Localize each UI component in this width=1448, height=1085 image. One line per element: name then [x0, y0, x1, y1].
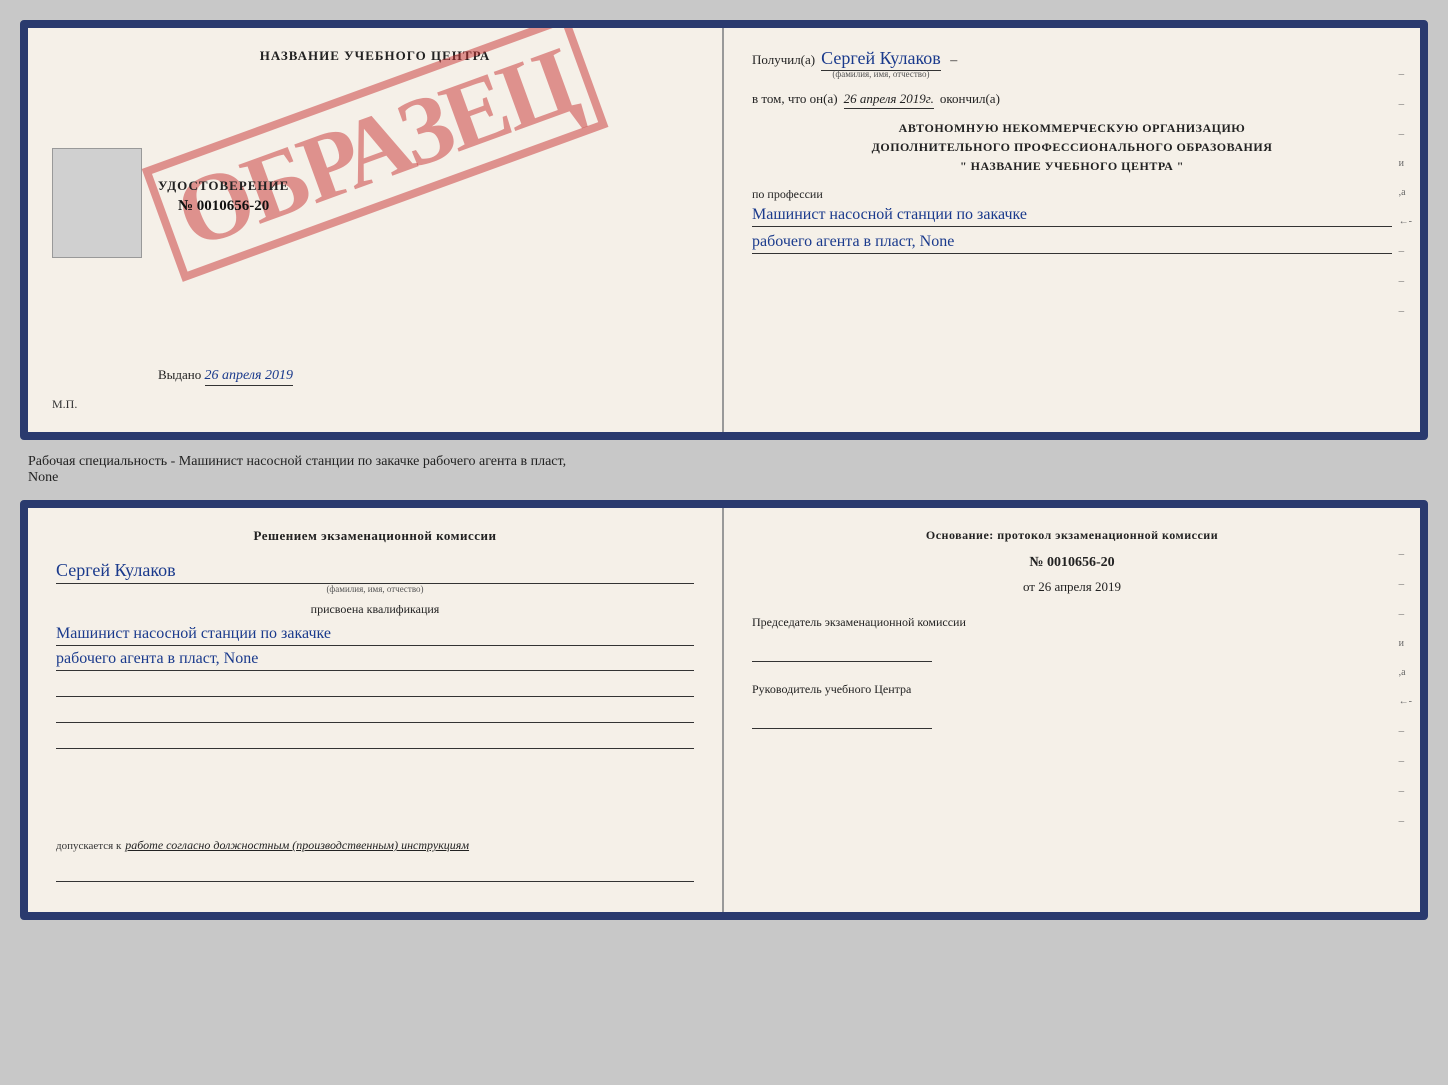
dopuskaetsya-prefix: допускается к [56, 840, 121, 852]
udostoverenie-title: УДОСТОВЕРЕНИЕ [158, 178, 289, 194]
prisvoena-text: присвоена квалификация [56, 602, 694, 617]
fio-hint: (фамилия, имя, отчество) [821, 69, 941, 79]
mp-label: М.П. [52, 397, 77, 412]
profession-line1: Машинист насосной станции по закачке [752, 206, 1392, 227]
page-wrapper: НАЗВАНИЕ УЧЕБНОГО ЦЕНТРА ОБРАЗЕЦ УДОСТОВ… [20, 20, 1428, 920]
poluchil-label: Получил(а) [752, 52, 815, 68]
vtom-line: в том, что он(а) 26 апреля 2019г. окончи… [752, 91, 1392, 109]
osnovanie-text: Основание: протокол экзаменационной коми… [752, 528, 1392, 543]
okoncil-text: окончил(а) [940, 91, 1000, 107]
udostoverenie-block: УДОСТОВЕРЕНИЕ № 0010656-20 [158, 178, 289, 215]
bottom-doc-right: Основание: протокол экзаменационной коми… [724, 508, 1420, 912]
middle-text-line2: None [28, 470, 58, 485]
rukovoditel-label: Руководитель учебного Центра [752, 682, 1392, 697]
dopuskaetsya-line: допускается к работе согласно должностны… [56, 836, 694, 854]
top-doc-title: НАЗВАНИЕ УЧЕБНОГО ЦЕНТРА [52, 48, 698, 64]
ot-date-value: 26 апреля 2019 [1038, 579, 1121, 594]
kvalif-line1: Машинист насосной станции по закачке [56, 625, 694, 646]
po-professii-label: по профессии [752, 187, 1392, 202]
right-edge-lines: – – – и ,а ←- – – – [1399, 68, 1412, 317]
dopuskaetsya-text: работе согласно должностным (производств… [125, 838, 469, 852]
ot-label: от [1023, 579, 1035, 594]
dopuskaetsya-blank-line [56, 862, 694, 882]
ot-date: от 26 апреля 2019 [752, 579, 1392, 595]
vtom-date: 26 апреля 2019г. [844, 91, 934, 109]
middle-text-line1: Рабочая специальность - Машинист насосно… [28, 454, 566, 469]
org-name: " НАЗВАНИЕ УЧЕБНОГО ЦЕНТРА " [752, 157, 1392, 176]
recipient-fio: Сергей Кулаков [821, 48, 941, 71]
kvalif-line2: рабочего агента в пласт, None [56, 650, 694, 671]
profession-line2: рабочего агента в пласт, None [752, 233, 1392, 254]
bottom-fio: Сергей Кулаков [56, 560, 694, 584]
poluchil-line: Получил(а) Сергей Кулаков (фамилия, имя,… [752, 48, 1392, 79]
org-block: АВТОНОМНУЮ НЕКОММЕРЧЕСКУЮ ОРГАНИЗАЦИЮ ДО… [752, 119, 1392, 177]
bottom-doc-left: Решением экзаменационной комиссии Сергей… [28, 508, 724, 912]
org-line2: ДОПОЛНИТЕЛЬНОГО ПРОФЕССИОНАЛЬНОГО ОБРАЗО… [752, 138, 1392, 157]
bottom-fio-hint: (фамилия, имя, отчество) [56, 584, 694, 594]
vydano-label: Выдано [158, 367, 201, 382]
top-document: НАЗВАНИЕ УЧЕБНОГО ЦЕНТРА ОБРАЗЕЦ УДОСТОВ… [20, 20, 1428, 440]
rukovoditel-sig-line [752, 705, 932, 729]
chairman-block: Председатель экзаменационной комиссии [752, 615, 1392, 662]
chairman-label: Председатель экзаменационной комиссии [752, 615, 1392, 630]
blank-lines [56, 677, 694, 749]
top-doc-right: Получил(а) Сергей Кулаков (фамилия, имя,… [724, 28, 1420, 432]
bottom-document: Решением экзаменационной комиссии Сергей… [20, 500, 1428, 920]
photo-placeholder [52, 148, 142, 258]
blank-line-2 [56, 703, 694, 723]
top-doc-left: НАЗВАНИЕ УЧЕБНОГО ЦЕНТРА ОБРАЗЕЦ УДОСТОВ… [28, 28, 724, 432]
right-edge-lines-bottom: – – – и ,а ←- – – – – [1399, 548, 1412, 827]
vydano-date: 26 апреля 2019 [205, 368, 293, 386]
vtom-label: в том, что он(а) [752, 91, 838, 107]
protocol-num: № 0010656-20 [752, 555, 1392, 571]
blank-line-1 [56, 677, 694, 697]
rukovoditel-block: Руководитель учебного Центра [752, 682, 1392, 729]
chairman-sig-line [752, 638, 932, 662]
udostoverenie-num: № 0010656-20 [158, 198, 289, 215]
stamp-overlay: ОБРАЗЕЦ [142, 28, 609, 282]
dash-separator: – [947, 53, 958, 69]
dopuskaetsya-block: допускается к работе согласно должностны… [56, 836, 694, 888]
resheniem-text: Решением экзаменационной комиссии [56, 528, 694, 544]
vydano-line: Выдано 26 апреля 2019 [158, 367, 293, 384]
blank-line-3 [56, 729, 694, 749]
bottom-fio-block: Сергей Кулаков (фамилия, имя, отчество) [56, 560, 694, 594]
org-line1: АВТОНОМНУЮ НЕКОММЕРЧЕСКУЮ ОРГАНИЗАЦИЮ [752, 119, 1392, 138]
middle-text: Рабочая специальность - Машинист насосно… [20, 448, 1428, 492]
